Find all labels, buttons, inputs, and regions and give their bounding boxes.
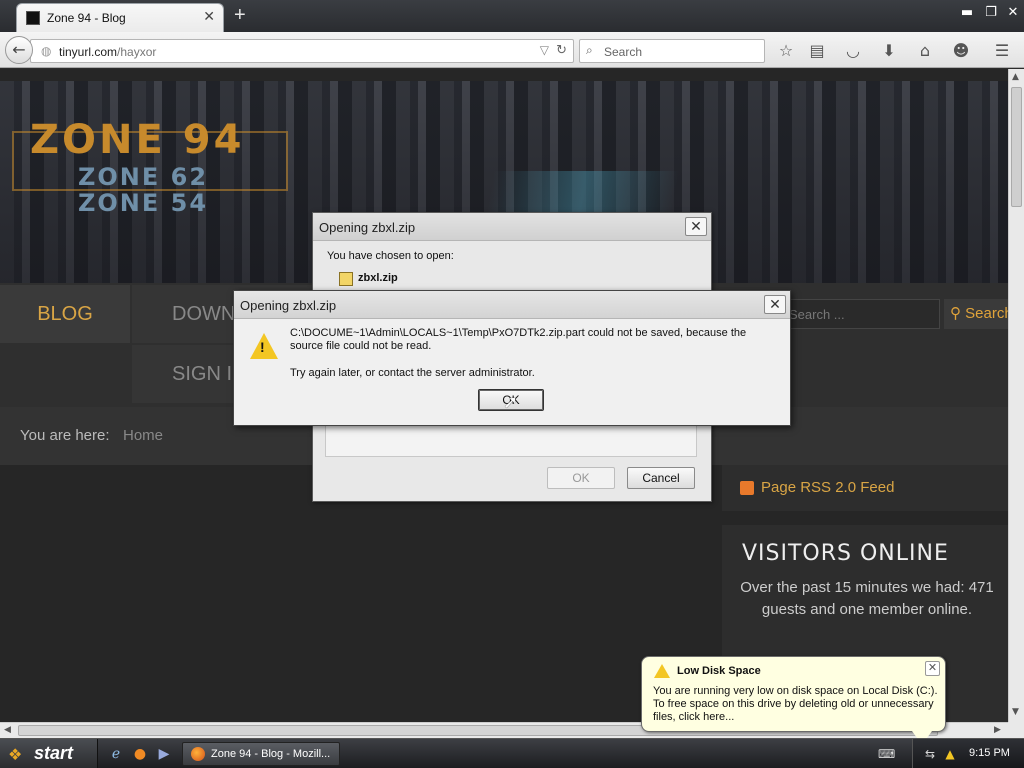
menu-item-blog[interactable]: BLOG <box>0 285 130 343</box>
cancel-button[interactable]: Cancel <box>627 467 695 489</box>
tab-close-icon[interactable]: ✕ <box>203 9 215 25</box>
site-search-button[interactable]: ⚲ Search <box>944 299 1008 329</box>
start-label: start <box>34 743 74 763</box>
maximize-button[interactable]: ❐ <box>980 4 1002 22</box>
reading-list-icon[interactable]: ▤ <box>807 41 827 61</box>
scroll-down-icon[interactable]: ▼ <box>1012 707 1019 717</box>
site-logo-sub2: ZONE 54 <box>78 189 209 217</box>
mouse-cursor-icon: ➚ <box>503 392 519 413</box>
url-text[interactable]: tinyurl.com/hayxor <box>59 45 156 59</box>
site-favicon-icon <box>26 11 40 25</box>
dialog-title: Opening zbxl.zip <box>319 220 416 235</box>
breadcrumb-home-link[interactable]: Home <box>123 427 163 444</box>
ok-button[interactable]: OK <box>547 467 615 489</box>
visitors-title: VISITORS ONLINE <box>742 541 949 566</box>
file-name: zbxl.zip <box>358 272 398 284</box>
url-bar[interactable]: ◍ tinyurl.com/hayxor ▽ ↻ <box>30 39 574 63</box>
firefox-icon <box>191 747 205 761</box>
rss-feed-link[interactable]: Page RSS 2.0 Feed <box>761 479 894 496</box>
site-search-button-label: Search <box>965 305 1008 322</box>
error-hint: Try again later, or contact the server a… <box>290 367 535 379</box>
zip-file-icon <box>339 272 353 286</box>
vertical-scrollbar[interactable]: ▲ ▼ <box>1008 69 1024 722</box>
network-icon[interactable]: ⇆ <box>923 747 937 761</box>
quicklaunch-ie-icon[interactable]: ℯ <box>108 746 124 762</box>
dialog-close-button[interactable]: ✕ <box>685 217 707 236</box>
hello-icon[interactable]: ☻ <box>951 41 971 61</box>
scroll-left-icon[interactable]: ◀ <box>4 725 11 735</box>
tab-zone94-blog[interactable]: Zone 94 - Blog ✕ <box>16 3 224 32</box>
rss-feed-widget: Page RSS 2.0 Feed <box>722 465 1008 511</box>
error-dialog-title: Opening zbxl.zip <box>240 298 337 313</box>
start-button[interactable]: ❖ start <box>0 739 98 768</box>
scroll-right-icon[interactable]: ▶ <box>994 725 1001 735</box>
search-input[interactable]: ⌕ Search <box>579 39 765 63</box>
navigation-toolbar: ◍ tinyurl.com/hayxor ▽ ↻ ← ⌕ Search ☆ ▤ … <box>0 32 1024 68</box>
search-placeholder: Search <box>604 45 643 59</box>
tray-warning-icon[interactable]: ▲ <box>943 747 957 761</box>
menu-icon[interactable]: ☰ <box>992 41 1012 61</box>
visitors-text: Over the past 15 minutes we had: 471 gue… <box>740 579 994 618</box>
back-button[interactable]: ← <box>5 36 33 64</box>
rss-icon <box>740 481 754 495</box>
new-tab-button[interactable]: + <box>234 4 246 27</box>
windows-logo-icon: ❖ <box>8 745 23 764</box>
search-icon: ⌕ <box>586 43 593 57</box>
home-icon[interactable]: ⌂ <box>915 41 935 61</box>
site-logo-sub1: ZONE 62 <box>78 163 209 191</box>
notification-text[interactable]: You are running very low on disk space o… <box>653 685 941 724</box>
window-close-button[interactable]: ✕ <box>1002 4 1024 22</box>
breadcrumb-label: You are here: <box>20 427 110 444</box>
site-search-input[interactable]: Search ... <box>770 299 940 329</box>
dialog-options-panel <box>325 425 697 457</box>
scroll-up-icon[interactable]: ▲ <box>1012 72 1019 82</box>
url-path: /hayxor <box>117 45 157 59</box>
chosen-to-open-label: You have chosen to open: <box>327 250 454 262</box>
clock: 9:15 PM <box>969 747 1010 759</box>
notification-title: Low Disk Space <box>677 665 761 677</box>
dialog-titlebar: Opening zbxl.zip ✕ <box>313 213 711 241</box>
notification-close-button[interactable]: ✕ <box>925 661 940 676</box>
warning-exclamation: ! <box>260 339 265 355</box>
taskbar-button-label: Zone 94 - Blog - Mozill... <box>211 748 331 760</box>
search-icon: ⚲ <box>950 305 966 322</box>
error-message: C:\DOCUME~1\Admin\LOCALS~1\Temp\PxO7DTk2… <box>290 327 747 352</box>
tab-title: Zone 94 - Blog <box>47 11 126 25</box>
download-icon[interactable]: ⬇ <box>879 41 899 61</box>
site-search-placeholder: Search ... <box>789 307 845 322</box>
taskbar: ❖ start ℯ ● ▶ Zone 94 - Blog - Mozill...… <box>0 738 1024 768</box>
vertical-scroll-thumb[interactable] <box>1011 87 1022 207</box>
reload-icon[interactable]: ↻ <box>556 43 567 58</box>
low-disk-space-notification[interactable]: Low Disk Space ✕ You are running very lo… <box>641 656 946 745</box>
pocket-icon[interactable]: ◡ <box>843 41 863 61</box>
error-dialog-close-button[interactable]: ✕ <box>764 295 786 314</box>
tab-strip: Zone 94 - Blog ✕ + ▬ ❐ ✕ <box>0 0 1024 32</box>
error-dialog-titlebar: Opening zbxl.zip ✕ <box>234 291 790 319</box>
site-logo-main[interactable]: ZONE 94 <box>30 117 244 163</box>
url-host: tinyurl.com <box>59 45 118 59</box>
keyboard-icon[interactable]: ⌨ <box>878 746 895 762</box>
url-history-dropdown-icon[interactable]: ▽ <box>540 43 549 57</box>
quicklaunch-media-icon[interactable]: ▶ <box>156 746 172 762</box>
quicklaunch-firefox-icon[interactable]: ● <box>132 746 148 762</box>
minimize-button[interactable]: ▬ <box>956 4 978 22</box>
star-icon[interactable]: ☆ <box>776 41 796 61</box>
warning-icon <box>654 664 670 678</box>
globe-icon: ◍ <box>41 44 52 58</box>
scrollbar-corner <box>1008 722 1024 738</box>
system-tray: ⇆ ▲ 9:15 PM <box>912 739 1024 768</box>
taskbar-firefox-button[interactable]: Zone 94 - Blog - Mozill... <box>182 742 340 766</box>
